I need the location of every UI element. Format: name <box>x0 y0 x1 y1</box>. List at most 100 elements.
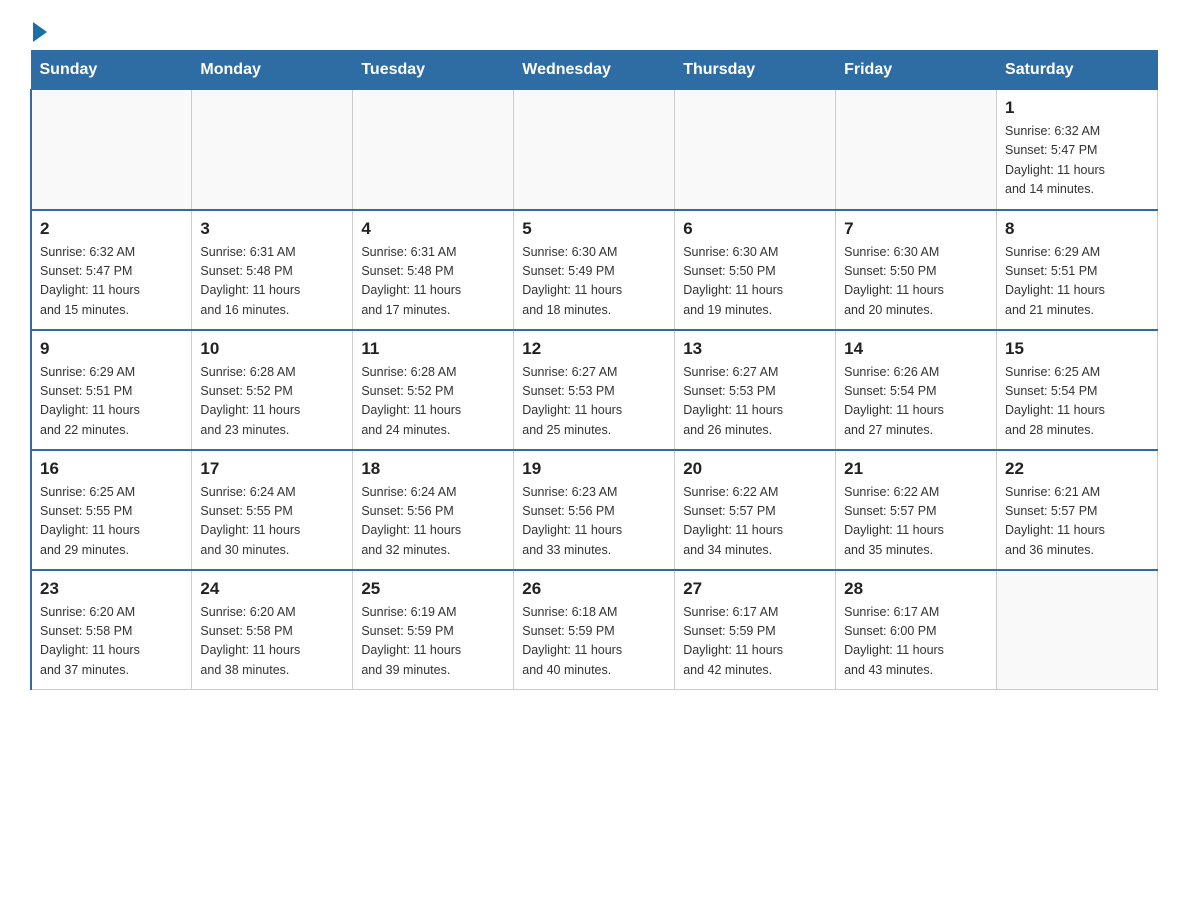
day-number: 11 <box>361 339 505 359</box>
day-number: 27 <box>683 579 827 599</box>
day-info: Sunrise: 6:19 AM Sunset: 5:59 PM Dayligh… <box>361 603 505 681</box>
day-number: 25 <box>361 579 505 599</box>
calendar-cell: 7 Sunrise: 6:30 AM Sunset: 5:50 PM Daylig… <box>836 210 997 330</box>
weekday-header-saturday: Saturday <box>997 51 1158 90</box>
calendar-cell: 21 Sunrise: 6:22 AM Sunset: 5:57 PM Dayli… <box>836 450 997 570</box>
calendar-cell: 3Sunrise: 6:31 AM Sunset: 5:48 PM Daylig… <box>192 210 353 330</box>
day-info: Sunrise: 6:31 AM Sunset: 5:48 PM Dayligh… <box>200 243 344 321</box>
calendar-cell: 10 Sunrise: 6:28 AM Sunset: 5:52 PM Dayli… <box>192 330 353 450</box>
day-info: Sunrise: 6:29 AM Sunset: 5:51 PM Dayligh… <box>40 363 183 441</box>
calendar-cell: 23Sunrise: 6:20 AM Sunset: 5:58 PM Dayli… <box>31 570 192 690</box>
calendar-cell <box>31 90 192 210</box>
calendar-cell: 11 Sunrise: 6:28 AM Sunset: 5:52 PM Dayli… <box>353 330 514 450</box>
day-info: Sunrise: 6:28 AM Sunset: 5:52 PM Dayligh… <box>200 363 344 441</box>
calendar-cell: 28 Sunrise: 6:17 AM Sunset: 6:00 PM Dayli… <box>836 570 997 690</box>
calendar-cell: 25 Sunrise: 6:19 AM Sunset: 5:59 PM Dayli… <box>353 570 514 690</box>
day-number: 7 <box>844 219 988 239</box>
logo-arrow-icon <box>33 22 47 42</box>
day-info: Sunrise: 6:22 AM Sunset: 5:57 PM Dayligh… <box>844 483 988 561</box>
day-number: 12 <box>522 339 666 359</box>
calendar-cell: 19 Sunrise: 6:23 AM Sunset: 5:56 PM Dayli… <box>514 450 675 570</box>
day-number: 4 <box>361 219 505 239</box>
calendar-cell <box>192 90 353 210</box>
calendar-cell: 26 Sunrise: 6:18 AM Sunset: 5:59 PM Dayli… <box>514 570 675 690</box>
day-number: 17 <box>200 459 344 479</box>
day-number: 9 <box>40 339 183 359</box>
day-number: 28 <box>844 579 988 599</box>
calendar-week-4: 16 Sunrise: 6:25 AM Sunset: 5:55 PM Dayli… <box>31 450 1158 570</box>
calendar-cell: 12 Sunrise: 6:27 AM Sunset: 5:53 PM Dayli… <box>514 330 675 450</box>
day-number: 5 <box>522 219 666 239</box>
day-info: Sunrise: 6:31 AM Sunset: 5:48 PM Dayligh… <box>361 243 505 321</box>
calendar-week-3: 9 Sunrise: 6:29 AM Sunset: 5:51 PM Daylig… <box>31 330 1158 450</box>
weekday-header-friday: Friday <box>836 51 997 90</box>
weekday-header-sunday: Sunday <box>31 51 192 90</box>
day-info: Sunrise: 6:17 AM Sunset: 5:59 PM Dayligh… <box>683 603 827 681</box>
calendar-cell: 13 Sunrise: 6:27 AM Sunset: 5:53 PM Dayli… <box>675 330 836 450</box>
day-number: 13 <box>683 339 827 359</box>
day-info: Sunrise: 6:28 AM Sunset: 5:52 PM Dayligh… <box>361 363 505 441</box>
day-info: Sunrise: 6:17 AM Sunset: 6:00 PM Dayligh… <box>844 603 988 681</box>
calendar-cell: 2Sunrise: 6:32 AM Sunset: 5:47 PM Daylig… <box>31 210 192 330</box>
weekday-header-wednesday: Wednesday <box>514 51 675 90</box>
calendar-cell: 16 Sunrise: 6:25 AM Sunset: 5:55 PM Dayli… <box>31 450 192 570</box>
calendar-cell: 27 Sunrise: 6:17 AM Sunset: 5:59 PM Dayli… <box>675 570 836 690</box>
day-info: Sunrise: 6:27 AM Sunset: 5:53 PM Dayligh… <box>683 363 827 441</box>
day-info: Sunrise: 6:27 AM Sunset: 5:53 PM Dayligh… <box>522 363 666 441</box>
calendar-week-2: 2Sunrise: 6:32 AM Sunset: 5:47 PM Daylig… <box>31 210 1158 330</box>
calendar-cell: 24 Sunrise: 6:20 AM Sunset: 5:58 PM Dayli… <box>192 570 353 690</box>
day-number: 24 <box>200 579 344 599</box>
day-info: Sunrise: 6:18 AM Sunset: 5:59 PM Dayligh… <box>522 603 666 681</box>
calendar-cell: 15 Sunrise: 6:25 AM Sunset: 5:54 PM Dayli… <box>997 330 1158 450</box>
day-info: Sunrise: 6:29 AM Sunset: 5:51 PM Dayligh… <box>1005 243 1149 321</box>
calendar-cell <box>514 90 675 210</box>
day-number: 18 <box>361 459 505 479</box>
day-number: 14 <box>844 339 988 359</box>
day-info: Sunrise: 6:30 AM Sunset: 5:49 PM Dayligh… <box>522 243 666 321</box>
day-number: 22 <box>1005 459 1149 479</box>
calendar-cell: 5 Sunrise: 6:30 AM Sunset: 5:49 PM Daylig… <box>514 210 675 330</box>
calendar-cell: 8 Sunrise: 6:29 AM Sunset: 5:51 PM Daylig… <box>997 210 1158 330</box>
calendar-week-5: 23Sunrise: 6:20 AM Sunset: 5:58 PM Dayli… <box>31 570 1158 690</box>
day-info: Sunrise: 6:24 AM Sunset: 5:56 PM Dayligh… <box>361 483 505 561</box>
day-info: Sunrise: 6:32 AM Sunset: 5:47 PM Dayligh… <box>1005 122 1149 200</box>
day-info: Sunrise: 6:25 AM Sunset: 5:54 PM Dayligh… <box>1005 363 1149 441</box>
weekday-header-thursday: Thursday <box>675 51 836 90</box>
day-info: Sunrise: 6:21 AM Sunset: 5:57 PM Dayligh… <box>1005 483 1149 561</box>
day-info: Sunrise: 6:20 AM Sunset: 5:58 PM Dayligh… <box>200 603 344 681</box>
day-number: 2 <box>40 219 183 239</box>
day-number: 21 <box>844 459 988 479</box>
calendar-cell: 18 Sunrise: 6:24 AM Sunset: 5:56 PM Dayli… <box>353 450 514 570</box>
day-number: 20 <box>683 459 827 479</box>
calendar-cell: 22 Sunrise: 6:21 AM Sunset: 5:57 PM Dayli… <box>997 450 1158 570</box>
calendar-cell: 20 Sunrise: 6:22 AM Sunset: 5:57 PM Dayli… <box>675 450 836 570</box>
calendar-cell <box>675 90 836 210</box>
weekday-header-tuesday: Tuesday <box>353 51 514 90</box>
calendar-cell: 4 Sunrise: 6:31 AM Sunset: 5:48 PM Daylig… <box>353 210 514 330</box>
calendar-table: SundayMondayTuesdayWednesdayThursdayFrid… <box>30 50 1158 690</box>
calendar-week-1: 1 Sunrise: 6:32 AM Sunset: 5:47 PM Daylig… <box>31 90 1158 210</box>
page-header <box>30 20 1158 40</box>
day-info: Sunrise: 6:20 AM Sunset: 5:58 PM Dayligh… <box>40 603 183 681</box>
day-info: Sunrise: 6:22 AM Sunset: 5:57 PM Dayligh… <box>683 483 827 561</box>
day-info: Sunrise: 6:25 AM Sunset: 5:55 PM Dayligh… <box>40 483 183 561</box>
day-number: 15 <box>1005 339 1149 359</box>
day-number: 19 <box>522 459 666 479</box>
day-info: Sunrise: 6:30 AM Sunset: 5:50 PM Dayligh… <box>844 243 988 321</box>
day-number: 16 <box>40 459 183 479</box>
calendar-cell <box>353 90 514 210</box>
day-number: 10 <box>200 339 344 359</box>
calendar-cell: 17 Sunrise: 6:24 AM Sunset: 5:55 PM Dayli… <box>192 450 353 570</box>
calendar-cell <box>836 90 997 210</box>
calendar-cell: 9 Sunrise: 6:29 AM Sunset: 5:51 PM Daylig… <box>31 330 192 450</box>
day-number: 26 <box>522 579 666 599</box>
day-info: Sunrise: 6:23 AM Sunset: 5:56 PM Dayligh… <box>522 483 666 561</box>
logo <box>30 20 47 40</box>
day-number: 8 <box>1005 219 1149 239</box>
calendar-cell: 1 Sunrise: 6:32 AM Sunset: 5:47 PM Daylig… <box>997 90 1158 210</box>
day-info: Sunrise: 6:24 AM Sunset: 5:55 PM Dayligh… <box>200 483 344 561</box>
day-number: 1 <box>1005 98 1149 118</box>
calendar-cell: 6Sunrise: 6:30 AM Sunset: 5:50 PM Daylig… <box>675 210 836 330</box>
day-info: Sunrise: 6:26 AM Sunset: 5:54 PM Dayligh… <box>844 363 988 441</box>
calendar-cell <box>997 570 1158 690</box>
